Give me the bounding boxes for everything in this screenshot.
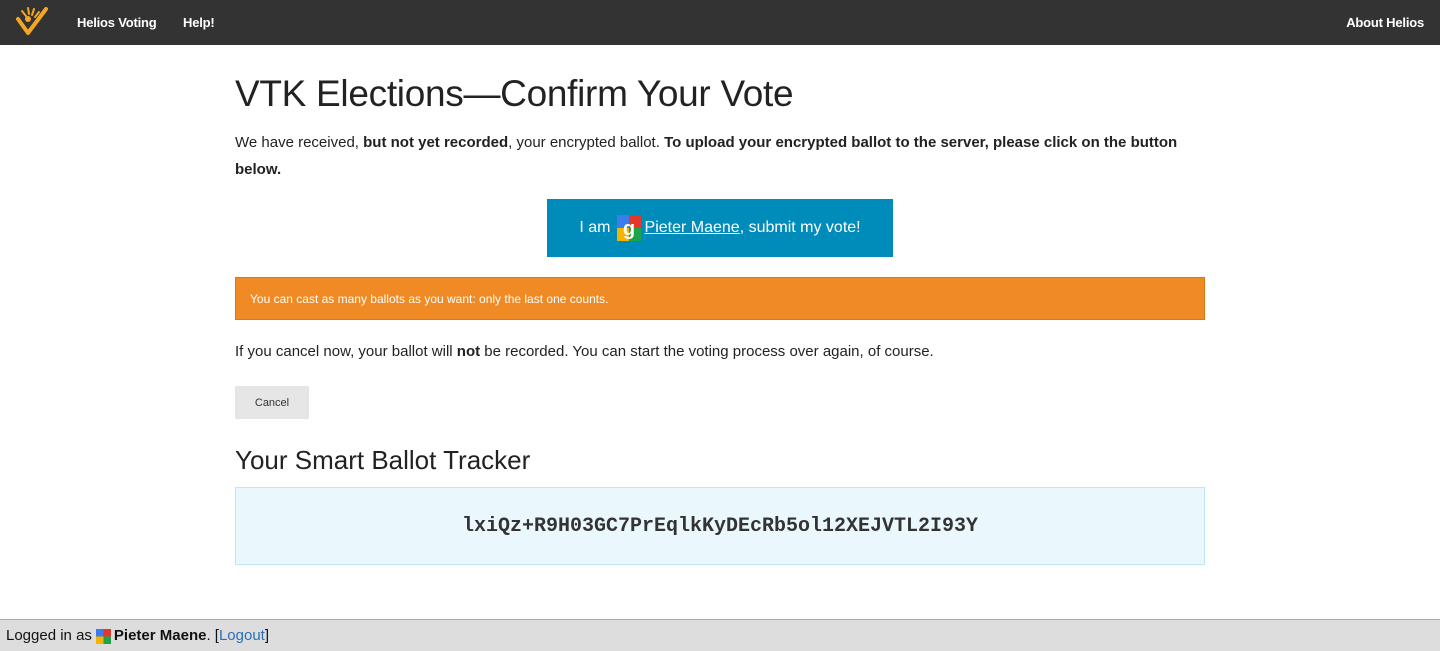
tracker-title: Your Smart Ballot Tracker xyxy=(235,445,531,475)
cancel-note-bold: not xyxy=(456,343,481,360)
intro-text-2: , your encrypted ballot. xyxy=(508,134,665,151)
alert-text: You can cast as many ballots as you want… xyxy=(250,291,609,306)
info-alert: You can cast as many ballots as you want… xyxy=(235,277,1205,320)
nav-about-helios[interactable]: About Helios xyxy=(1346,15,1424,30)
submit-prefix: I am xyxy=(579,219,611,236)
top-navigation-bar: Helios Voting Help! About Helios xyxy=(0,0,1440,45)
svg-text:g: g xyxy=(622,218,634,240)
footer-close-bracket: ] xyxy=(264,627,270,644)
cancel-note-text-2: be recorded. You can start the voting pr… xyxy=(480,343,934,360)
nav-helios-voting[interactable]: Helios Voting xyxy=(77,15,157,30)
tracker-box: lxiQz+R9H03GC7PrEqlkKyDEcRb5ol12XEJVTL2I… xyxy=(235,487,1205,565)
footer-user-name: Pieter Maene xyxy=(113,627,207,644)
page-title: VTK Elections—Confirm Your Vote xyxy=(235,73,794,114)
footer-period: . [ xyxy=(206,627,219,644)
footer-logged-in-label: Logged in as xyxy=(6,627,92,644)
intro-bold-1: but not yet recorded xyxy=(363,134,509,151)
cancel-note: If you cancel now, your ballot will not … xyxy=(235,343,934,360)
helios-logo-icon[interactable] xyxy=(14,5,48,37)
submit-user-link[interactable]: Pieter Maene xyxy=(645,219,740,237)
submit-vote-button[interactable]: I am g Pieter Maene, submit my vote! xyxy=(547,199,893,257)
tracker-hash: lxiQz+R9H03GC7PrEqlkKyDEcRb5ol12XEJVTL2I… xyxy=(461,514,979,538)
cancel-button[interactable]: Cancel xyxy=(235,386,309,419)
google-small-icon xyxy=(95,629,111,644)
intro-paragraph: We have received, but not yet recorded, … xyxy=(235,129,1205,183)
cancel-note-text-1: If you cancel now, your ballot will xyxy=(235,343,457,360)
intro-text-1: We have received, xyxy=(235,134,364,151)
nav-help[interactable]: Help! xyxy=(183,15,215,30)
logout-link[interactable]: Logout xyxy=(219,627,265,644)
google-icon: g xyxy=(616,215,641,241)
footer-bar: Logged in as Pieter Maene. [Logout] xyxy=(0,619,1440,651)
submit-suffix: , submit my vote! xyxy=(739,219,861,236)
